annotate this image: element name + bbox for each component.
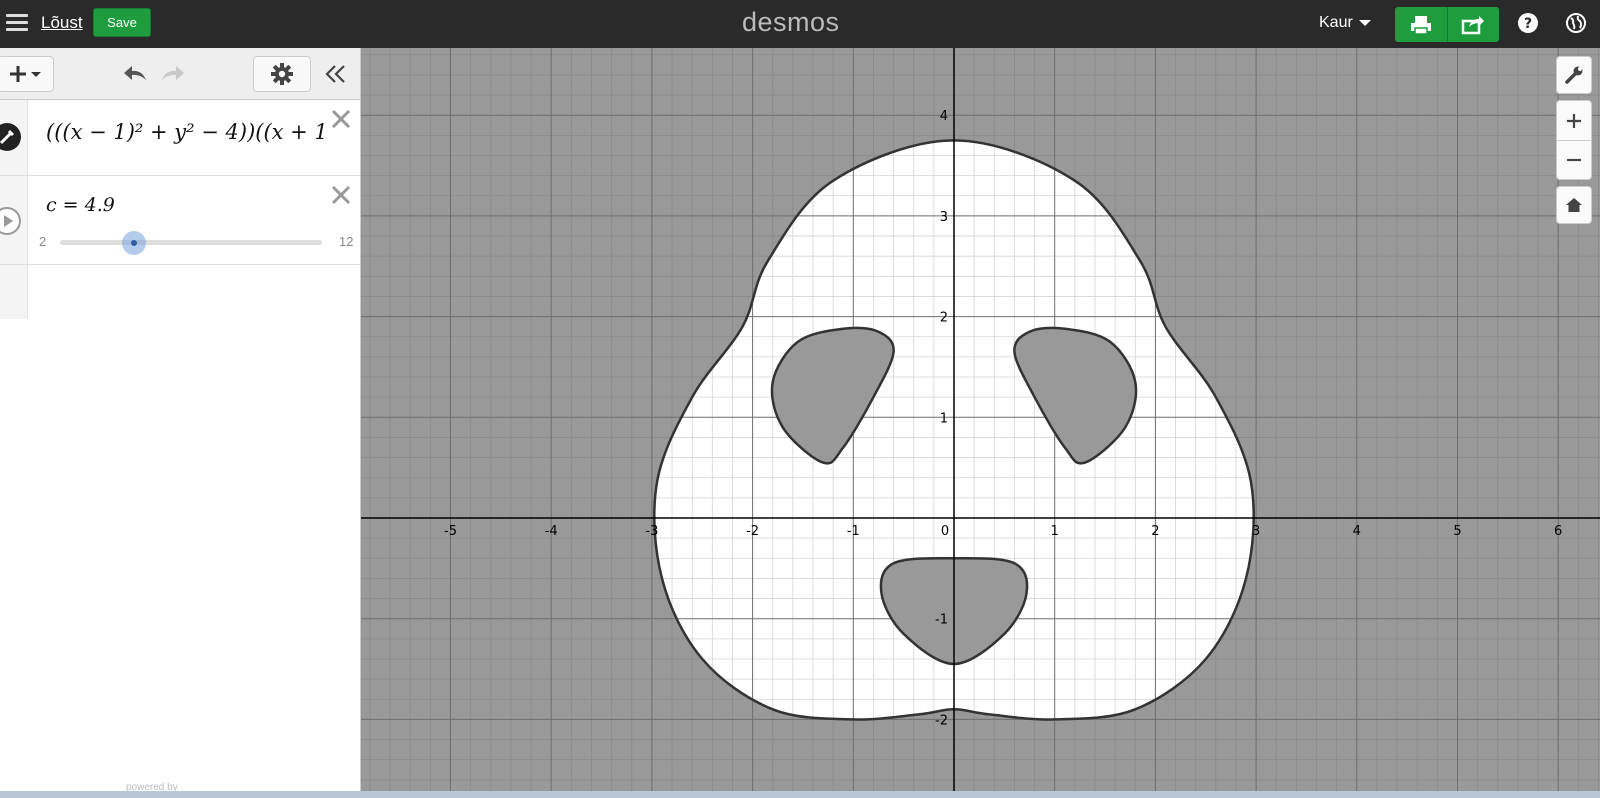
share-button[interactable] <box>1446 7 1500 42</box>
expression-gutter <box>0 265 28 319</box>
home-icon <box>1566 198 1582 212</box>
delete-expression-icon[interactable] <box>330 108 352 130</box>
add-item-button[interactable] <box>0 56 54 92</box>
y-tick-label: 2 <box>940 311 948 326</box>
graph-paper[interactable]: -5 -4 -3 -2 -1 0 1 2 3 4 5 6 4 3 2 1 -1 -2 <box>361 48 1600 791</box>
expression-toolbar <box>0 48 360 100</box>
globe-icon[interactable] <box>1565 12 1587 34</box>
graph-canvas[interactable]: -5 -4 -3 -2 -1 0 1 2 3 4 5 6 4 3 2 1 -1 -2 <box>361 48 1600 791</box>
x-tick-label: -5 <box>444 524 457 539</box>
home-button[interactable] <box>1556 186 1592 224</box>
gear-icon <box>271 63 293 85</box>
slider-label[interactable]: c = 4.9 <box>46 194 115 216</box>
os-taskbar <box>0 791 1600 798</box>
plus-icon <box>10 66 41 82</box>
delete-slider-icon[interactable] <box>330 184 352 206</box>
zoom-out-button[interactable] <box>1557 140 1591 179</box>
undo-icon[interactable] <box>122 62 150 86</box>
slider-min[interactable]: 2 <box>39 234 46 249</box>
x-tick-label: 3 <box>1252 524 1260 539</box>
menu-icon[interactable] <box>6 11 28 33</box>
x-tick-label: 4 <box>1353 524 1361 539</box>
graph-title[interactable]: Lõust <box>41 13 83 33</box>
save-button[interactable]: Save <box>93 8 151 37</box>
zoom-in-button[interactable] <box>1557 101 1591 140</box>
slider-item[interactable]: c = 4.9 2 12 <box>0 176 360 265</box>
x-tick-label: -4 <box>545 524 558 539</box>
y-tick-label: 1 <box>940 411 948 426</box>
collapse-panel-icon[interactable] <box>324 62 348 86</box>
play-icon[interactable] <box>0 206 22 236</box>
x-tick-label: 6 <box>1554 524 1562 539</box>
slider-track[interactable] <box>60 240 322 245</box>
redo-icon[interactable] <box>158 62 186 86</box>
chevron-down-icon <box>1358 19 1371 26</box>
color-wrench-icon[interactable] <box>0 122 22 152</box>
x-tick-label: -3 <box>645 524 658 539</box>
y-tick-label: -1 <box>935 613 948 628</box>
print-icon <box>1410 15 1431 35</box>
empty-expression-item[interactable] <box>0 265 360 319</box>
expression-formula[interactable]: (((x − 1)² + y² − 4))((x + 1) <box>46 120 326 144</box>
wrench-icon <box>1565 66 1583 84</box>
slider-thumb[interactable] <box>122 231 146 255</box>
user-name: Kaur <box>1319 14 1353 31</box>
expression-panel: (((x − 1)² + y² − 4))((x + 1) c = 4.9 2 … <box>0 48 361 791</box>
y-tick-label: -2 <box>935 713 948 728</box>
y-tick-label: 4 <box>940 109 948 124</box>
help-icon[interactable]: ? <box>1517 12 1539 34</box>
plus-icon <box>1567 113 1581 128</box>
x-tick-label: 2 <box>1151 524 1159 539</box>
expression-list: (((x − 1)² + y² − 4))((x + 1) c = 4.9 2 … <box>0 100 360 319</box>
user-menu[interactable]: Kaur <box>1319 14 1371 32</box>
print-button[interactable] <box>1395 7 1447 42</box>
share-button-group <box>1395 7 1499 42</box>
desmos-logo: desmos <box>742 7 840 37</box>
x-tick-label: 5 <box>1453 524 1461 539</box>
slider-max[interactable]: 12 <box>339 234 353 249</box>
x-tick-label: -1 <box>847 524 860 539</box>
x-tick-label: -2 <box>746 524 759 539</box>
x-tick-label: 1 <box>1051 524 1059 539</box>
share-icon <box>1462 15 1485 34</box>
svg-text:?: ? <box>1524 16 1532 32</box>
top-bar: Lõust Save desmos Kaur ? <box>0 0 1600 48</box>
y-tick-label: 3 <box>940 210 948 225</box>
minus-icon <box>1567 158 1581 162</box>
settings-button[interactable] <box>253 56 311 92</box>
x-tick-label: 0 <box>941 524 949 539</box>
graph-settings-button[interactable] <box>1556 56 1592 94</box>
expression-item[interactable]: (((x − 1)² + y² − 4))((x + 1) <box>0 100 360 176</box>
zoom-controls <box>1556 100 1592 180</box>
